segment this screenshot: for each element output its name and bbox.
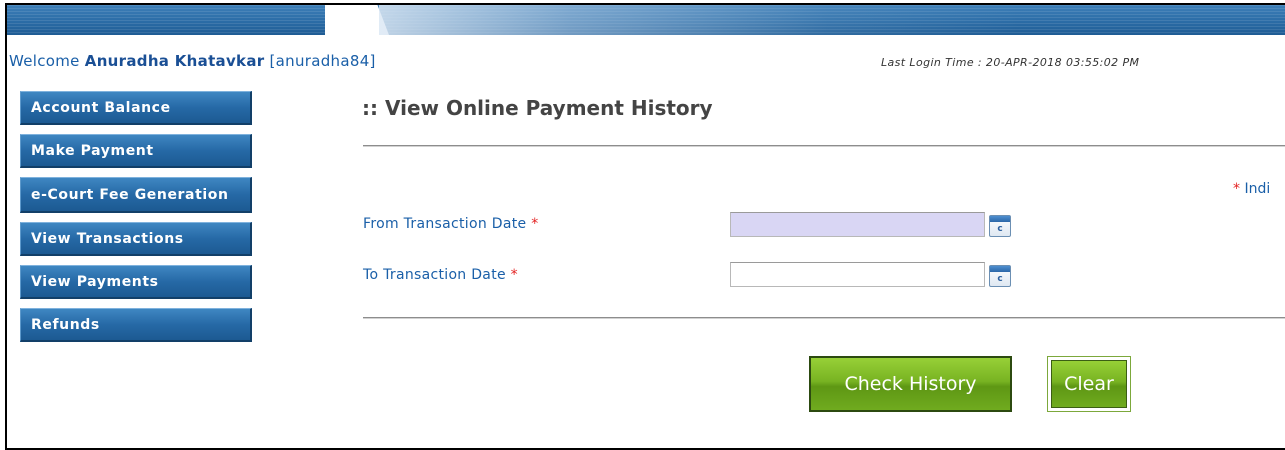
sidebar-menu: Account Balance Make Payment e-Court Fee… [20, 91, 252, 351]
app-frame: Welcome Anuradha Khatavkar [anuradha84] … [5, 3, 1285, 450]
required-legend: * Indi [1233, 181, 1270, 197]
sidebar-item-refunds[interactable]: Refunds [20, 308, 252, 342]
divider-bottom [363, 317, 1285, 319]
sidebar-item-account-balance[interactable]: Account Balance [20, 91, 252, 125]
from-date-input[interactable] [730, 212, 985, 237]
sidebar-item-make-payment[interactable]: Make Payment [20, 134, 252, 168]
page-title: :: View Online Payment History [362, 96, 713, 120]
top-banner [7, 5, 1285, 35]
sidebar-item-e-court-fee-generation[interactable]: e-Court Fee Generation [20, 177, 252, 213]
last-login-time: Last Login Time : 20-APR-2018 03:55:02 P… [881, 56, 1140, 69]
from-date-calendar-button[interactable]: c [989, 215, 1011, 237]
user-full-name: Anuradha Khatavkar [84, 52, 265, 70]
to-date-calendar-button[interactable]: c [989, 265, 1011, 287]
required-marker: * [510, 267, 518, 283]
banner-gradient [379, 5, 1019, 35]
calendar-icon [990, 266, 1010, 272]
sidebar-item-view-payments[interactable]: View Payments [20, 265, 252, 299]
required-marker: * [531, 216, 539, 232]
required-marker: * [1233, 181, 1240, 197]
calendar-glyph: c [997, 224, 1003, 234]
to-date-input[interactable] [730, 262, 985, 287]
clear-button[interactable]: Clear [1051, 360, 1127, 408]
to-date-label-text: To Transaction Date [363, 267, 506, 283]
welcome-line: Welcome Anuradha Khatavkar [anuradha84] [9, 52, 376, 70]
sidebar-item-view-transactions[interactable]: View Transactions [20, 222, 252, 256]
from-date-label: From Transaction Date * [363, 216, 539, 232]
to-date-label: To Transaction Date * [363, 267, 518, 283]
calendar-icon [990, 216, 1010, 222]
calendar-glyph: c [997, 274, 1003, 284]
welcome-prefix: Welcome [9, 52, 80, 70]
required-legend-text: Indi [1244, 181, 1271, 197]
from-date-label-text: From Transaction Date [363, 216, 527, 232]
divider-top [363, 145, 1285, 147]
clear-button-frame: Clear [1047, 356, 1131, 412]
check-history-button[interactable]: Check History [809, 356, 1012, 412]
user-login-id: [anuradha84] [269, 52, 376, 70]
